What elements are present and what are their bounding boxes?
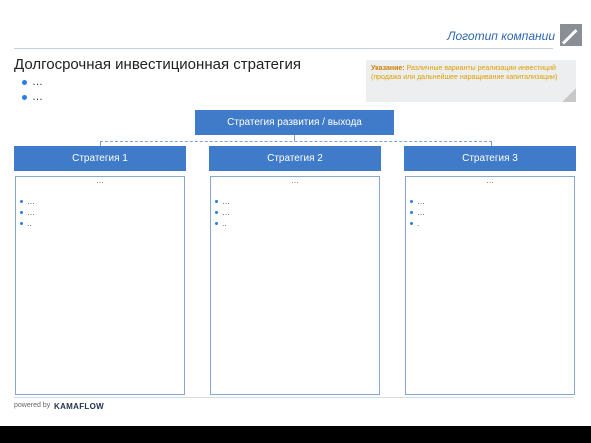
company-logo-text: Логотип компании <box>447 29 555 43</box>
note-label: Указание: <box>371 65 405 72</box>
instruction-note: Указание: Различные варианты реализации … <box>366 60 576 102</box>
list-item: … <box>215 196 230 207</box>
header-divider <box>14 48 553 49</box>
intro-bullets: … … <box>22 75 43 105</box>
strategy-1-heading: … <box>96 176 104 185</box>
powered-by-label: powered by <box>14 402 51 409</box>
kamaflow-logo: KAMAFLOW <box>54 402 104 411</box>
slide-title: Долгосрочная инвестиционная стратегия <box>14 56 301 73</box>
strategy-2-list: … … .. <box>215 196 230 229</box>
strategy-2-header: Стратегия 2 <box>209 146 381 171</box>
intro-bullet: … <box>22 90 43 105</box>
list-item: … <box>20 207 35 218</box>
list-item: .. <box>20 218 35 229</box>
strategy-1-box: … … … .. <box>15 176 185 395</box>
list-item: … <box>215 207 230 218</box>
strategy-3-header: Стратегия 3 <box>404 146 576 171</box>
connector-horizontal <box>100 141 492 142</box>
list-item: .. <box>215 218 230 229</box>
intro-bullet: … <box>22 75 43 90</box>
slide: Логотип компании Долгосрочная инвестицио… <box>0 0 591 426</box>
list-item: … <box>20 196 35 207</box>
list-item: . <box>410 218 425 229</box>
strategy-3-heading: … <box>486 176 494 185</box>
strategy-2-heading: … <box>291 176 299 185</box>
strategy-3-box: … … … . <box>405 176 575 395</box>
strategy-1-header: Стратегия 1 <box>14 146 186 171</box>
note-fold-corner <box>562 88 576 102</box>
list-item: … <box>410 196 425 207</box>
strategy-2-box: … … … .. <box>210 176 380 395</box>
strategy-3-list: … … . <box>410 196 425 229</box>
strategy-1-list: … … .. <box>20 196 35 229</box>
development-exit-strategy-box: Стратегия развития / выхода <box>195 110 394 135</box>
footer-divider <box>14 397 574 398</box>
list-item: … <box>410 207 425 218</box>
company-logo-icon <box>560 24 582 46</box>
